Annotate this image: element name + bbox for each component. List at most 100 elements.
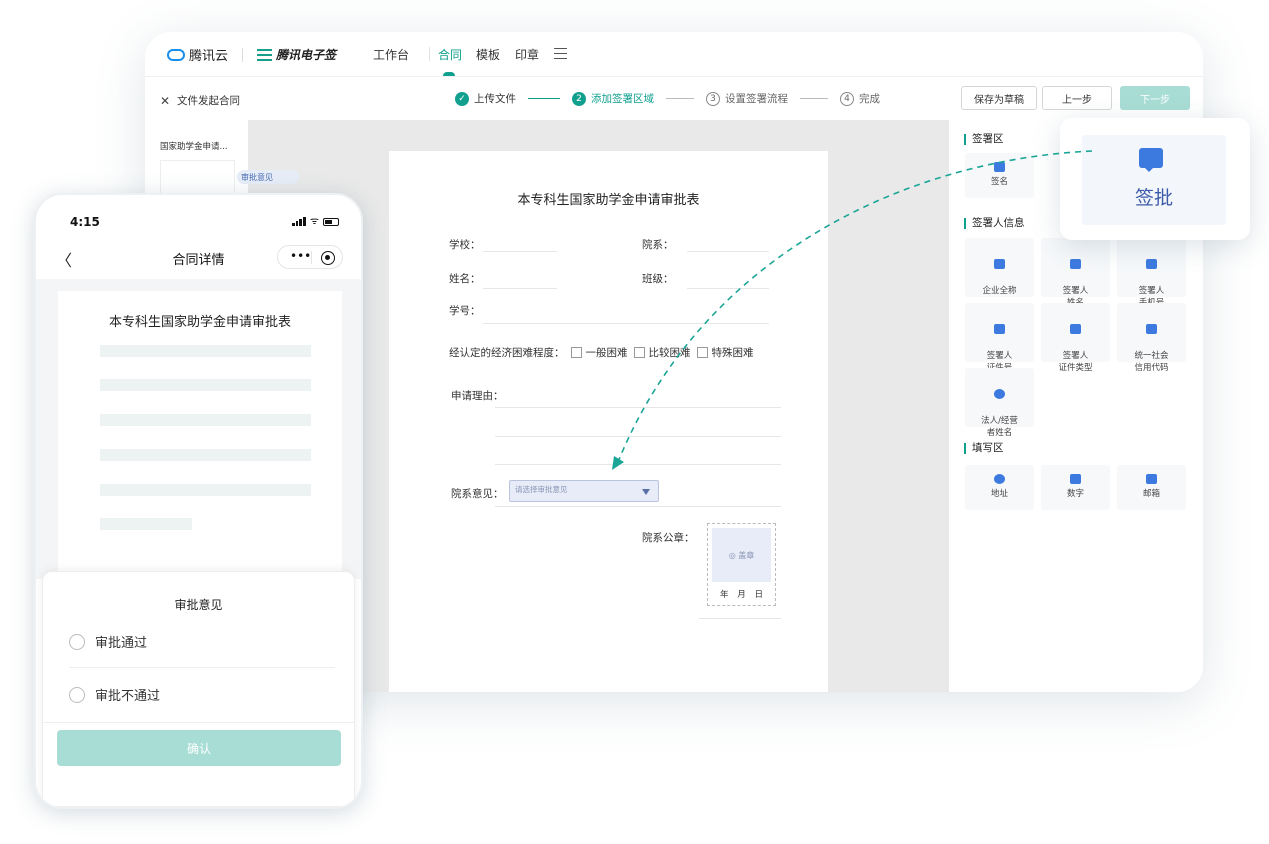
person-icon bbox=[994, 389, 1005, 399]
section-fill-area: 填写区 bbox=[964, 443, 1004, 454]
skeleton-line bbox=[100, 379, 311, 391]
step-number: 2 bbox=[572, 91, 586, 106]
checkbox-general[interactable] bbox=[570, 347, 582, 358]
miniapp-capsule[interactable]: ••• bbox=[277, 245, 343, 269]
thumbnail-doc-title: 国家助学金申请... bbox=[160, 142, 228, 152]
tile-label: 签署人 证件类型 bbox=[1058, 351, 1093, 373]
field-line bbox=[687, 288, 769, 289]
tile-credit-code[interactable]: 统一社会 信用代码 bbox=[1117, 303, 1186, 373]
checkbox-relative[interactable] bbox=[633, 347, 645, 358]
field-line bbox=[483, 288, 557, 289]
number-icon bbox=[1070, 474, 1081, 484]
tencent-cloud-logo-icon bbox=[167, 48, 185, 61]
option-general: 一般困难 bbox=[585, 347, 628, 359]
tile-signature[interactable]: 签名 bbox=[965, 153, 1034, 198]
close-icon[interactable]: ✕ bbox=[160, 94, 170, 108]
field-line bbox=[687, 251, 769, 252]
tile-email[interactable]: 邮箱 bbox=[1117, 465, 1186, 510]
sheet-title: 审批意见 bbox=[174, 598, 223, 612]
save-draft-button[interactable]: 保存为草稿 bbox=[961, 86, 1037, 110]
nav-template[interactable]: 模板 bbox=[476, 46, 500, 63]
checkbox-special[interactable] bbox=[696, 347, 708, 358]
tile-number[interactable]: 数字 bbox=[1041, 465, 1110, 510]
tile-label: 企业全称 bbox=[982, 286, 1017, 296]
option-reject[interactable]: 审批不通过 bbox=[69, 685, 160, 704]
label-reason: 申请理由： bbox=[451, 390, 504, 402]
option-divider bbox=[69, 667, 335, 668]
building-icon bbox=[994, 259, 1005, 269]
step-set-flow: 3 设置签署流程 bbox=[706, 91, 788, 106]
radio-reject[interactable] bbox=[69, 686, 85, 703]
step-number: 4 bbox=[840, 91, 854, 106]
confirm-button[interactable]: 确认 bbox=[57, 730, 341, 766]
status-icons: ᯤ bbox=[291, 217, 339, 227]
menu-icon[interactable] bbox=[554, 48, 567, 59]
label-department: 院系： bbox=[642, 239, 674, 251]
top-nav: 腾讯云 腾讯电子签 工作台 合同 模板 印章 bbox=[145, 32, 1203, 76]
field-line bbox=[483, 251, 557, 252]
id-number-icon bbox=[994, 324, 1005, 334]
id-card-icon bbox=[1070, 259, 1081, 269]
sub-toolbar-title: 文件发起合同 bbox=[177, 95, 240, 107]
label-class: 班级： bbox=[642, 273, 674, 285]
seal-date: 年 月 日 bbox=[720, 590, 763, 600]
label-dept-opinion: 院系意见： bbox=[451, 488, 504, 500]
section-signer-info: 签署人信息 bbox=[964, 218, 1025, 229]
globe-icon bbox=[994, 474, 1005, 484]
brand-divider bbox=[242, 47, 244, 62]
nav-contract[interactable]: 合同 bbox=[438, 46, 462, 63]
brand-cloud-name: 腾讯云 bbox=[189, 49, 229, 64]
tile-address[interactable]: 地址 bbox=[965, 465, 1034, 510]
step-connector bbox=[528, 98, 560, 99]
dropdown-arrow-icon bbox=[642, 489, 650, 495]
close-miniapp-icon[interactable] bbox=[321, 251, 335, 265]
tile-company-name[interactable]: 企业全称 bbox=[965, 238, 1034, 297]
prev-step-button[interactable]: 上一步 bbox=[1042, 86, 1112, 110]
nav-seal[interactable]: 印章 bbox=[515, 46, 539, 63]
label-school: 学校： bbox=[449, 239, 481, 251]
more-icon[interactable]: ••• bbox=[290, 249, 311, 263]
step-label: 设置签署流程 bbox=[725, 93, 788, 105]
select-placeholder: 请选择审批意见 bbox=[515, 485, 568, 494]
approval-bottom-sheet: 审批意见 审批通过 审批不通过 确认 bbox=[42, 571, 355, 807]
signal-icon bbox=[291, 217, 306, 226]
tile-signer-phone[interactable]: 签署人 手机号 bbox=[1117, 238, 1186, 308]
nav-divider bbox=[429, 47, 430, 61]
radio-approve[interactable] bbox=[69, 633, 85, 650]
label-dept-seal: 院系公章： bbox=[642, 532, 695, 544]
next-step-button[interactable]: 下一步 bbox=[1120, 86, 1190, 110]
approval-opinion-select[interactable]: 请选择审批意见 bbox=[509, 480, 659, 502]
mail-icon bbox=[1146, 474, 1157, 484]
seal-placeholder: ◎ 盖章 bbox=[712, 528, 771, 582]
thumbnail-field-tag: 审批意见 bbox=[237, 170, 299, 184]
pen-icon bbox=[994, 162, 1005, 172]
approval-sign-icon bbox=[1139, 148, 1163, 172]
tile-label: 法人/经营 者姓名 bbox=[981, 416, 1018, 438]
label-difficulty: 经认定的经济困难程度： bbox=[449, 347, 565, 359]
phone-body: 本专科生国家助学金申请审批表 bbox=[36, 279, 361, 591]
label-student-id: 学号： bbox=[449, 305, 481, 317]
phone-doc-title: 本专科生国家助学金申请审批表 bbox=[108, 315, 291, 330]
tile-signer-id-number[interactable]: 签署人 证件号 bbox=[965, 303, 1034, 373]
card-icon bbox=[1070, 324, 1081, 334]
nav-workbench[interactable]: 工作台 bbox=[373, 46, 409, 63]
option-approve[interactable]: 审批通过 bbox=[69, 632, 147, 651]
field-line bbox=[495, 407, 781, 408]
step-label: 添加签署区域 bbox=[591, 93, 654, 105]
tile-legal-person[interactable]: 法人/经营 者姓名 bbox=[965, 368, 1034, 438]
field-line bbox=[495, 436, 781, 437]
step-connector bbox=[800, 98, 828, 99]
difficulty-row: 经认定的经济困难程度： 一般困难 比较困难 特殊困难 bbox=[449, 345, 754, 360]
phone-icon bbox=[1146, 259, 1157, 269]
esign-logo-icon bbox=[257, 48, 273, 61]
tile-signer-id-type[interactable]: 签署人 证件类型 bbox=[1041, 303, 1110, 373]
skeleton-line bbox=[100, 449, 311, 461]
skeleton-line bbox=[100, 345, 311, 357]
approval-sign-tile: 签批 bbox=[1082, 135, 1226, 225]
battery-icon bbox=[323, 217, 339, 226]
seal-field[interactable]: ◎ 盖章 年 月 日 bbox=[707, 523, 776, 606]
step-number: 3 bbox=[706, 91, 720, 106]
tile-signer-name[interactable]: 签署人 姓名 bbox=[1041, 238, 1110, 308]
approval-sign-card[interactable]: 签批 bbox=[1060, 118, 1250, 240]
tile-label: 邮箱 bbox=[1142, 489, 1160, 499]
